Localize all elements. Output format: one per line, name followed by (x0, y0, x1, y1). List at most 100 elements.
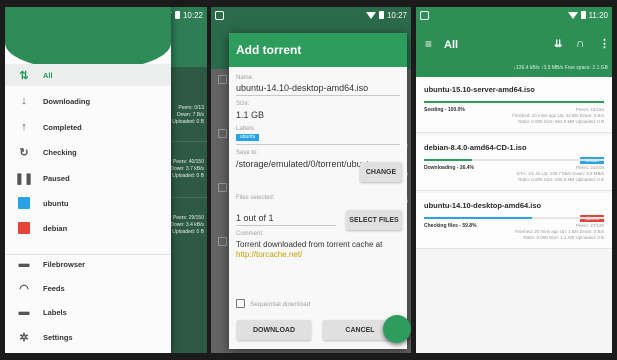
progress-track (424, 159, 604, 161)
app-title: All (444, 39, 459, 51)
refresh-icon: ↻ (19, 146, 29, 159)
drawer-item-label: Settings (43, 332, 73, 342)
drawer-item-checking[interactable]: ↻ Checking (5, 141, 171, 163)
drawer-item-feeds[interactable]: ◠ Feeds (5, 277, 171, 299)
torrent-stat-line: Ratio: 0.000 Size: 1.1 GB Uploaded: 0 B (523, 235, 604, 240)
progress-bar (424, 101, 604, 103)
drawer-item-label: Feeds (43, 283, 65, 293)
change-button[interactable]: CHANGE (360, 162, 402, 182)
rss-icon: ◠ (19, 282, 29, 295)
speed-summary: ↓126.4 kB/s ↑3.9 MB/s Free space: 2.1 GB (513, 65, 609, 71)
drawer-item-ubuntu[interactable]: ubuntu (5, 192, 171, 214)
navigation-drawer: ⇅ All ↓ Downloading ↑ Completed ↻ Checking ❚❚ Pau… (5, 7, 171, 353)
name-underline (236, 95, 400, 96)
battery-icon (378, 11, 384, 19)
phone-screen-add-torrent: 75F AD 15 10:27 Add torrent Name: ubuntu… (211, 7, 411, 353)
drawer-item-label: All (43, 70, 53, 80)
torrent-stats: Peers: 31/104 ETA: 1m 4s Up: 126.7 kB/s D… (517, 165, 604, 183)
phone-screen-drawer: Peers: 0/13 Down: 7 B/s Uploaded: 0 B Peer… (5, 7, 207, 353)
behind-checkbox (218, 129, 227, 138)
sequential-download-checkbox[interactable] (236, 299, 245, 308)
notification-icon (420, 10, 429, 20)
drawer-item-downloading[interactable]: ↓ Downloading (5, 90, 171, 112)
drawer-item-label: Completed (43, 122, 82, 132)
progress-bar (424, 159, 472, 161)
label-swatch (18, 222, 30, 234)
torrent-name: ubuntu-15.10-server-amd64.iso (424, 85, 535, 94)
phone-screen-torrent-list: 11:20 ≡ All ⇊ ∩ ⋮ ↓126.4 kB/s ↑3.9 MB/s … (416, 7, 612, 353)
behind-list-meta: Peers: 40/150 Down: 3.7 kB/s Uploaded: 0 B (170, 159, 204, 179)
drawer-item-label: Downloading (43, 96, 91, 106)
menu-icon[interactable]: ≡ (425, 37, 432, 51)
drawer-item-labels[interactable]: ▬ Labels (5, 301, 171, 323)
upload-icon: ↑ (21, 121, 27, 133)
add-torrent-dialog: Add torrent Name: ubuntu-14.10-desktop-a… (229, 33, 407, 349)
drawer-header (5, 7, 171, 71)
status-time: 10:22 (182, 10, 203, 20)
status-bar: 10:27 (211, 7, 411, 23)
labels-label: Labels: (236, 126, 256, 132)
files-underline (236, 225, 336, 226)
tag-icon: ▬ (18, 306, 30, 318)
arrows-updown-icon: ⇅ (19, 69, 29, 82)
drawer-item-label: ubuntu (43, 198, 69, 208)
drawer-item-filebrowser[interactable]: ▬ Filebrowser (5, 253, 171, 275)
behind-divider (165, 197, 207, 198)
progress-track (424, 101, 604, 103)
status-time: 11:20 (588, 10, 608, 20)
drawer-item-settings[interactable]: ✲ Settings (5, 326, 171, 348)
download-icon: ↓ (21, 95, 27, 107)
save-to-label: Save to: (236, 150, 259, 156)
drawer-item-label: Labels (43, 307, 67, 317)
progress-bar (424, 217, 532, 219)
behind-list-meta: Peers: 29/150 Down: 3.4 kB/s Uploaded: 0 B (170, 215, 204, 235)
drawer-item-label: Paused (43, 173, 70, 183)
torrent-status: Seeding - 100.0% (424, 107, 465, 113)
drawer-item-label: debian (43, 223, 68, 233)
more-options-icon[interactable]: ⋮ (599, 37, 610, 50)
torrent-name: ubuntu-14.10-desktop-amd64.iso (424, 201, 542, 210)
save-path-value: /storage/emulated/0/torrent/ubuntu (236, 159, 375, 169)
drawer-item-paused[interactable]: ❚❚ Paused (5, 167, 171, 189)
label-swatch (18, 197, 30, 209)
magnet-icon[interactable]: ∩ (576, 36, 585, 50)
behind-checkbox (218, 183, 227, 192)
files-selected-value: 1 out of 1 (236, 213, 274, 223)
name-label: Name: (236, 75, 254, 81)
torrent-card[interactable]: ubuntu-15.10-server-amd64.iso Seeding - 1… (416, 77, 612, 133)
drawer-item-completed[interactable]: ↑ Completed (5, 116, 171, 138)
behind-divider (165, 141, 207, 142)
drawer-item-label: Checking (43, 147, 77, 157)
battery-icon (174, 11, 180, 19)
sort-icon[interactable]: ⇊ (554, 39, 562, 50)
select-files-button[interactable]: SELECT FILES (346, 210, 402, 230)
gear-icon: ✲ (19, 331, 29, 344)
torrent-stats: Peers: 27/120 Finished: 20 mins ago Up: 1… (515, 223, 604, 241)
torrent-card[interactable]: ubuntu-14.10-desktop-amd64.isoubuntuChec… (416, 193, 612, 249)
label-color-icon (5, 197, 43, 209)
behind-list-meta: Peers: 0/13 Down: 7 B/s Uploaded: 0 B (172, 105, 204, 125)
torrent-status: Checking files - 59.8% (424, 223, 477, 229)
battery-icon (580, 11, 586, 19)
torrent-stat-line: Ratio: 0.000 Size: 652.0 MB Uploaded: 0 … (518, 119, 604, 124)
pause-icon: ❚❚ (14, 172, 34, 185)
download-button[interactable]: DOWNLOAD (237, 320, 311, 340)
label-color-icon (5, 222, 43, 234)
comment-link[interactable]: http://torcache.net/ (236, 250, 302, 259)
torrent-name: debian-8.4.0-amd64-CD-1.iso (424, 143, 527, 152)
size-value: 1.1 GB (236, 110, 265, 120)
status-bar: 11:20 (416, 7, 612, 23)
name-value[interactable]: ubuntu-14.10-desktop-amd64.iso (236, 83, 368, 93)
behind-checkbox (218, 75, 227, 84)
torrent-stat-line: Ratio: 0.000 Size: 630.0 MB Uploaded: 0 … (518, 177, 604, 182)
size-label: Size: (236, 101, 250, 107)
add-fab-behind-dialog (383, 315, 411, 343)
folder-icon: ▬ (18, 258, 30, 270)
wifi-icon (365, 11, 376, 19)
drawer-item-all[interactable]: ⇅ All (5, 64, 171, 86)
comment-label: Comment: (236, 231, 264, 237)
torrent-card[interactable]: debian-8.4.0-amd64-CD-1.isodebianDownloa… (416, 135, 612, 191)
label-chip-ubuntu[interactable]: ubuntu (236, 134, 260, 141)
drawer-item-debian[interactable]: debian (5, 217, 171, 239)
comment-text: Torrent downloaded from torrent cache at (236, 240, 383, 249)
